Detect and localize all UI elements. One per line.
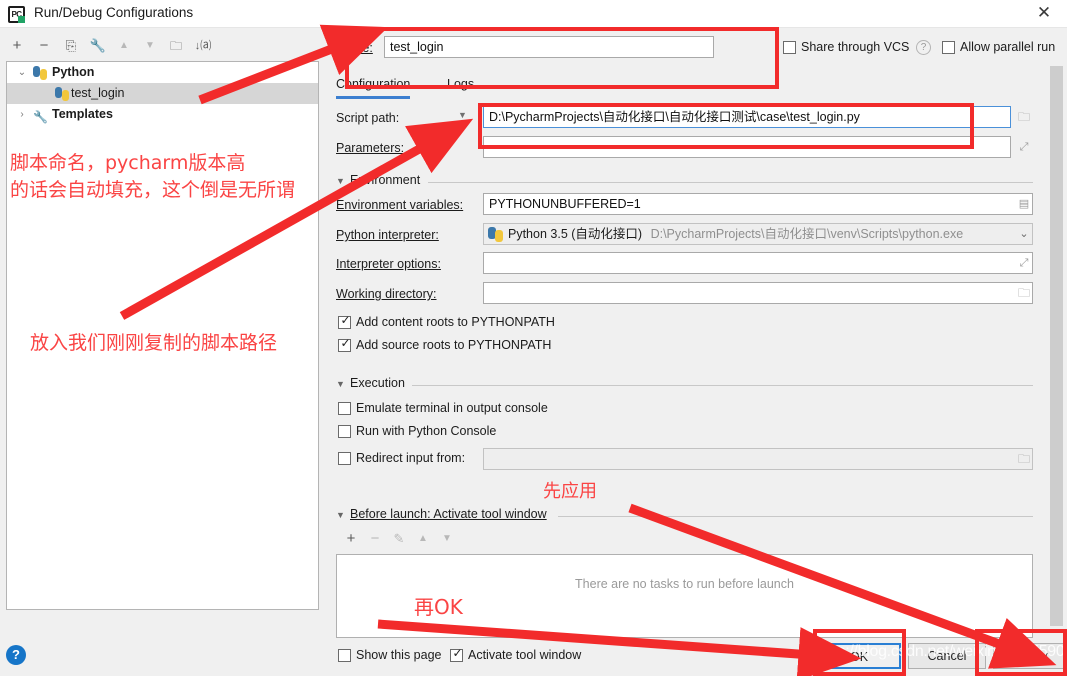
script-path-input[interactable]: D:\PycharmProjects\自动化接口\自动化接口测试\case\te… <box>483 106 1011 128</box>
execution-section-label: Execution <box>350 376 405 390</box>
section-divider <box>412 385 1033 386</box>
python-icon <box>488 227 503 242</box>
interpreter-options-input[interactable] <box>483 252 1033 274</box>
edit-task-button[interactable]: ✎ <box>388 528 410 550</box>
show-this-page-checkbox[interactable] <box>338 649 351 662</box>
script-path-browse-icon[interactable]: 🗀 <box>1013 106 1035 128</box>
help-button[interactable]: ? <box>6 645 26 665</box>
parameters-input[interactable] <box>483 136 1011 158</box>
before-launch-section-header[interactable]: ▼ Before launch: Activate tool window <box>336 510 1033 524</box>
add-content-roots-label: Add content roots to PYTHONPATH <box>356 315 555 329</box>
wrench-icon[interactable]: 🔧 <box>87 35 109 57</box>
python-interpreter-path: D:\PycharmProjects\自动化接口\venv\Scripts\py… <box>651 227 964 241</box>
emulate-terminal-label: Emulate terminal in output console <box>356 401 548 415</box>
name-label: Name: <box>336 41 373 55</box>
chevron-right-icon[interactable]: › <box>15 104 29 125</box>
wrench-icon: 🔧 <box>33 107 47 121</box>
sort-configurations-button[interactable]: ↓⒜ <box>192 35 214 57</box>
remove-configuration-button[interactable]: − <box>33 35 55 57</box>
redirect-input-label: Redirect input from: <box>356 451 465 465</box>
tree-node-templates[interactable]: › 🔧 Templates <box>7 104 318 125</box>
python-icon <box>33 66 47 80</box>
title-bar: PC Run/Debug Configurations ✕ <box>0 0 1067 28</box>
configuration-pane: Name: test_login Share through VCS ? All… <box>330 28 1067 676</box>
share-through-vcs-label: Share through VCS <box>801 40 909 54</box>
tree-node-label: Python <box>52 62 94 83</box>
move-task-down-button[interactable]: ▼ <box>436 528 458 550</box>
scrollbar-thumb[interactable] <box>1050 66 1063 626</box>
move-task-up-button[interactable]: ▲ <box>412 528 434 550</box>
python-interpreter-value: Python 3.5 (自动化接口) <box>508 227 642 241</box>
chevron-down-icon[interactable]: ⌄ <box>15 62 29 83</box>
python-icon <box>55 87 69 101</box>
window-title: Run/Debug Configurations <box>34 5 193 20</box>
remove-task-button[interactable]: − <box>364 528 386 550</box>
vertical-scrollbar[interactable] <box>1050 66 1063 638</box>
tasks-empty-message: There are no tasks to run before launch <box>337 577 1032 591</box>
before-launch-section-label: Before launch: Activate tool window <box>350 507 547 521</box>
chevron-down-icon[interactable]: ▼ <box>336 510 345 520</box>
section-divider <box>428 182 1033 183</box>
python-interpreter-dropdown-icon[interactable]: ⌄ <box>1013 223 1035 245</box>
redirect-input-checkbox[interactable] <box>338 452 351 465</box>
chevron-down-icon[interactable]: ▼ <box>336 176 345 186</box>
environment-variables-label: Environment variables: <box>336 198 463 212</box>
parameters-label: Parameters: <box>336 141 404 155</box>
create-folder-button[interactable]: 🗀 <box>165 35 187 57</box>
tab-logs[interactable]: Logs <box>447 73 474 99</box>
emulate-terminal-checkbox[interactable] <box>338 402 351 415</box>
configurations-toolbar: + − ⎘ 🔧 ▲ ▼ 🗀 ↓⒜ <box>0 33 330 60</box>
watermark: https://blog.csdn.net/weixin_46455903 <box>812 643 1067 661</box>
environment-section-header[interactable]: ▼ Environment <box>336 176 1033 190</box>
tree-node-python[interactable]: ⌄ Python <box>7 62 318 83</box>
configuration-tabs: Configuration Logs <box>335 73 1025 99</box>
environment-variables-browse-icon[interactable]: ▤ <box>1013 193 1035 215</box>
interpreter-options-expand-icon[interactable]: ⤢ <box>1013 252 1035 274</box>
move-down-button[interactable]: ▼ <box>139 35 161 57</box>
tree-node-label: test_login <box>71 83 125 104</box>
before-launch-tasks-list[interactable]: There are no tasks to run before launch <box>336 554 1033 638</box>
script-path-label: Script path: <box>336 111 399 125</box>
pycharm-icon: PC <box>8 6 25 23</box>
run-with-python-console-checkbox[interactable] <box>338 425 351 438</box>
activate-tool-window-checkbox[interactable] <box>450 649 463 662</box>
close-icon[interactable]: ✕ <box>1031 4 1057 24</box>
working-directory-browse-icon[interactable]: 🗀 <box>1013 282 1035 304</box>
share-through-vcs-checkbox[interactable] <box>783 41 796 54</box>
python-interpreter-select[interactable]: Python 3.5 (自动化接口) D:\PycharmProjects\自动… <box>483 223 1033 245</box>
working-directory-label: Working directory: <box>336 287 437 301</box>
chevron-down-icon[interactable]: ▼ <box>336 379 345 389</box>
activate-tool-window-label: Activate tool window <box>468 648 581 662</box>
tree-node-label: Templates <box>52 104 113 125</box>
add-content-roots-checkbox[interactable] <box>338 316 351 329</box>
environment-section-label: Environment <box>350 173 420 187</box>
python-interpreter-label: Python interpreter: <box>336 228 439 242</box>
working-directory-input[interactable] <box>483 282 1033 304</box>
redirect-input-browse-icon[interactable]: 🗀 <box>1013 448 1035 470</box>
add-source-roots-checkbox[interactable] <box>338 339 351 352</box>
section-divider <box>558 516 1033 517</box>
add-task-button[interactable]: + <box>340 528 362 550</box>
run-debug-configurations-dialog: PC Run/Debug Configurations ✕ + − ⎘ 🔧 ▲ … <box>0 0 1067 676</box>
allow-parallel-run-label: Allow parallel run <box>960 40 1055 54</box>
share-vcs-help-icon[interactable]: ? <box>916 40 931 55</box>
name-input[interactable]: test_login <box>384 36 714 58</box>
configurations-tree[interactable]: ⌄ Python test_login › 🔧 Templates <box>6 61 319 610</box>
copy-configuration-button[interactable]: ⎘ <box>60 35 82 57</box>
script-path-dropdown-icon[interactable]: ▼ <box>458 110 467 120</box>
run-with-python-console-label: Run with Python Console <box>356 424 496 438</box>
interpreter-options-label: Interpreter options: <box>336 257 441 271</box>
add-configuration-button[interactable]: + <box>6 35 28 57</box>
redirect-input-field[interactable] <box>483 448 1033 470</box>
tab-configuration[interactable]: Configuration <box>336 73 410 99</box>
add-source-roots-label: Add source roots to PYTHONPATH <box>356 338 551 352</box>
parameters-expand-icon[interactable]: ⤢ <box>1013 136 1035 158</box>
show-this-page-label: Show this page <box>356 648 441 662</box>
environment-variables-input[interactable]: PYTHONUNBUFFERED=1 <box>483 193 1033 215</box>
allow-parallel-run-checkbox[interactable] <box>942 41 955 54</box>
move-up-button[interactable]: ▲ <box>113 35 135 57</box>
tree-node-test-login[interactable]: test_login <box>7 83 318 104</box>
before-launch-toolbar: + − ✎ ▲ ▼ <box>336 528 1033 552</box>
execution-section-header[interactable]: ▼ Execution <box>336 379 1033 393</box>
